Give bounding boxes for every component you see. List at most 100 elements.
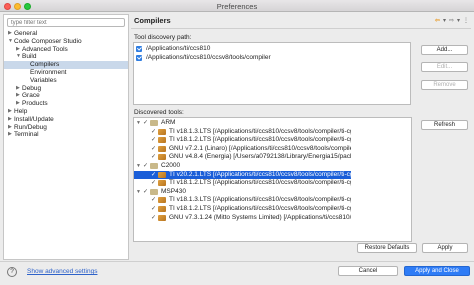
sidebar-item-terminal[interactable]: ▶ Terminal — [4, 131, 128, 139]
tool-label: TI v18.1.3.LTS [/Applications/ti/ccs810/… — [169, 196, 351, 204]
tool-group-label: C2000 — [161, 162, 181, 169]
expanded-arrow-icon[interactable]: ▼ — [8, 38, 13, 46]
discovery-path-list[interactable]: /Applications/ti/ccs810 /Applications/ti… — [133, 42, 411, 105]
collapsed-arrow-icon[interactable]: ▶ — [8, 30, 12, 38]
expanded-arrow-icon[interactable]: ▼ — [136, 162, 141, 170]
sidebar-item-label: Install/Update — [14, 115, 54, 123]
collapsed-arrow-icon[interactable]: ▶ — [8, 131, 12, 139]
compilers-page: Compilers ⇦ ▾ ⇨ ▾ ⋮ Tool discovery path:… — [131, 14, 471, 260]
check-icon: ✓ — [151, 154, 157, 161]
apply-button[interactable]: Apply — [422, 243, 468, 253]
tool-group-row[interactable]: ▼ ✓ MSP430 — [134, 188, 351, 196]
tool-row[interactable]: ✓ TI v18.1.2.LTS [/Applications/ti/ccs810… — [134, 205, 351, 213]
cancel-button[interactable]: Cancel — [338, 266, 398, 276]
compiler-icon — [158, 145, 166, 152]
expanded-arrow-icon[interactable]: ▼ — [16, 53, 21, 61]
check-icon: ✓ — [151, 137, 157, 144]
path-checkbox[interactable] — [136, 54, 142, 61]
collapsed-arrow-icon[interactable]: ▶ — [16, 100, 20, 108]
tool-row[interactable]: ✓ GNU v4.8.4 (Energia) [/Users/a0792138/L… — [134, 153, 351, 161]
tool-label: TI v18.1.3.LTS [/Applications/ti/ccs810/… — [169, 127, 351, 135]
sidebar-item-general[interactable]: ▶ General — [4, 30, 128, 38]
sidebar-item-label: Grace — [22, 92, 40, 100]
sidebar-item-variables[interactable]: Variables — [4, 77, 128, 85]
remove-button[interactable]: Remove — [421, 80, 468, 90]
tool-row[interactable]: ✓ TI v18.1.2.LTS [/Applications/ti/ccs810… — [134, 179, 351, 187]
sidebar-item-label: Debug — [22, 84, 42, 92]
back-arrow-icon[interactable]: ⇦ — [435, 17, 440, 24]
sidebar-item-label: General — [14, 30, 38, 37]
page-title: Compilers — [134, 16, 171, 25]
sidebar-item-grace[interactable]: ▶ Grace — [4, 92, 128, 100]
sidebar-item-label: Terminal — [14, 131, 39, 139]
folder-icon — [150, 188, 158, 195]
tool-group-row[interactable]: ▼ ✓ ARM — [134, 119, 351, 127]
check-icon: ✓ — [151, 206, 157, 212]
sidebar-item-advanced-tools[interactable]: ▶ Advanced Tools — [4, 46, 128, 54]
window-title: Preferences — [216, 1, 258, 11]
sidebar-item-run-debug[interactable]: ▶ Run/Debug — [4, 124, 128, 132]
sidebar-item-label: Help — [14, 107, 28, 115]
tool-row[interactable]: ✓ GNU v7.3.1.24 (Mitto Systems Limited) [… — [134, 214, 351, 222]
forward-menu-chevron-icon[interactable]: ▾ — [457, 17, 460, 24]
tool-row[interactable]: ✓ TI v18.1.2.LTS [/Applications/ti/ccs810… — [134, 136, 351, 144]
compiler-icon — [158, 154, 166, 161]
expanded-arrow-icon[interactable]: ▼ — [136, 188, 141, 196]
compiler-icon — [158, 197, 166, 204]
tool-label: GNU v7.2.1 (Linaro) [/Applications/ti/cc… — [169, 144, 351, 152]
tool-label: GNU v4.8.4 (Energia) [/Users/a0792138/Li… — [169, 153, 351, 161]
collapsed-arrow-icon[interactable]: ▶ — [8, 124, 12, 132]
check-icon: ✓ — [143, 120, 149, 126]
view-menu-icon[interactable]: ⋮ — [463, 17, 469, 24]
tool-row[interactable]: ✓ TI v18.1.3.LTS [/Applications/ti/ccs810… — [134, 196, 351, 204]
collapsed-arrow-icon[interactable]: ▶ — [16, 85, 20, 93]
apply-and-close-button[interactable]: Apply and Close — [404, 266, 470, 276]
collapsed-arrow-icon[interactable]: ▶ — [8, 116, 12, 124]
check-icon: ✓ — [151, 145, 157, 152]
path-checkbox[interactable] — [136, 45, 142, 52]
tool-row[interactable]: ✓ TI v18.1.3.LTS [/Applications/ti/ccs810… — [134, 128, 351, 136]
sidebar-item-code-composer-studio[interactable]: ▼ Code Composer Studio — [4, 38, 128, 46]
filter-field[interactable] — [7, 18, 125, 27]
help-icon[interactable]: ? — [7, 267, 17, 277]
sidebar-item-help[interactable]: ▶ Help — [4, 108, 128, 116]
header-divider — [131, 28, 471, 29]
sidebar-item-environment[interactable]: Environment — [4, 69, 128, 77]
collapsed-arrow-icon[interactable]: ▶ — [16, 92, 20, 100]
sidebar-item-products[interactable]: ▶ Products — [4, 100, 128, 108]
path-text: /Applications/ti/ccs810 — [146, 45, 211, 52]
refresh-button[interactable]: Refresh — [421, 120, 468, 130]
compiler-icon — [158, 206, 166, 212]
sidebar-item-label: Environment — [30, 68, 67, 76]
sidebar-item-install-update[interactable]: ▶ Install/Update — [4, 116, 128, 124]
compiler-icon — [158, 128, 166, 135]
restore-defaults-button[interactable]: Restore Defaults — [357, 243, 417, 253]
back-menu-chevron-icon[interactable]: ▾ — [443, 17, 446, 24]
path-text: /Applications/ti/ccs810/ccsv8/tools/comp… — [146, 54, 271, 61]
page-nav-buttons: ⇦ ▾ ⇨ ▾ ⋮ — [435, 17, 469, 24]
folder-icon — [150, 163, 158, 169]
edit-button[interactable]: Edit... — [421, 62, 468, 72]
tool-group-row[interactable]: ▼ ✓ C2000 — [134, 162, 351, 170]
sidebar-item-compilers[interactable]: Compilers — [4, 61, 128, 69]
discovery-path-label: Tool discovery path: — [134, 34, 192, 41]
check-icon: ✓ — [151, 180, 157, 187]
collapsed-arrow-icon[interactable]: ▶ — [8, 108, 12, 116]
discovered-tools-list[interactable]: ▼ ✓ ARM ✓ TI v18.1.3.LTS [/Applications/ti/c… — [133, 117, 412, 242]
filter-input[interactable] — [8, 19, 124, 27]
check-icon: ✓ — [151, 128, 157, 135]
collapsed-arrow-icon[interactable]: ▶ — [16, 46, 20, 54]
forward-arrow-icon[interactable]: ⇨ — [449, 17, 454, 24]
add-button[interactable]: Add... — [421, 45, 468, 55]
tool-label: TI v18.1.2.LTS [/Applications/ti/ccs810/… — [169, 136, 351, 144]
sidebar-item-build[interactable]: ▼ Build — [4, 53, 128, 61]
sidebar-item-label: Products — [22, 100, 48, 108]
expanded-arrow-icon[interactable]: ▼ — [136, 119, 141, 127]
sidebar-item-debug[interactable]: ▶ Debug — [4, 85, 128, 93]
show-advanced-settings-link[interactable]: Show advanced settings — [27, 268, 97, 275]
tool-row[interactable]: ✓ TI v20.2.1.LTS [/Applications/ti/ccs810… — [134, 170, 351, 179]
check-icon: ✓ — [151, 171, 157, 178]
folder-icon — [150, 120, 158, 126]
check-icon: ✓ — [151, 197, 157, 204]
tool-row[interactable]: ✓ GNU v7.2.1 (Linaro) [/Applications/ti/c… — [134, 145, 351, 153]
